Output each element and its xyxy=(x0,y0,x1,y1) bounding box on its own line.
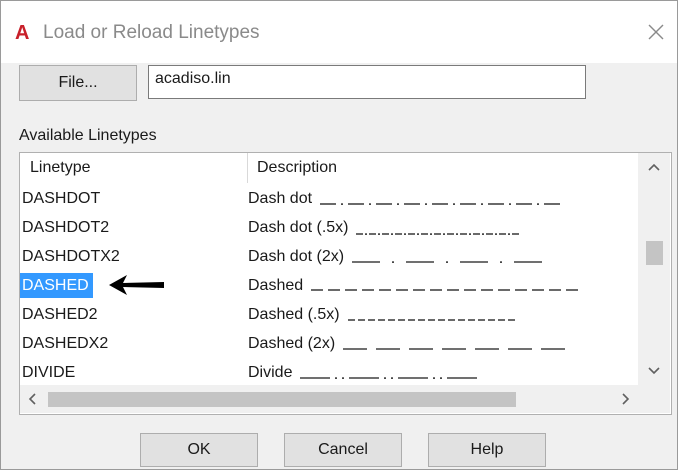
pattern-dot xyxy=(443,233,445,235)
chevron-up-icon[interactable] xyxy=(638,153,670,181)
file-name-field[interactable]: acadiso.lin xyxy=(148,65,586,99)
pattern-dot xyxy=(482,233,484,235)
linetype-description: Divide xyxy=(248,360,477,385)
column-divider[interactable] xyxy=(247,153,248,183)
arrow-left-icon xyxy=(109,275,164,295)
linetype-description: Dashed xyxy=(248,273,578,298)
pattern-dot xyxy=(397,203,399,205)
scrollbar-corner xyxy=(638,385,670,413)
description-text: Dashed xyxy=(248,277,304,294)
pattern-dot xyxy=(365,233,367,235)
linetype-pattern-preview xyxy=(300,377,477,379)
list-item[interactable]: DASHEDX2 Dashed (2x) xyxy=(20,329,637,358)
description-text: Dash dot xyxy=(248,190,313,207)
vertical-scrollbar[interactable] xyxy=(638,153,670,385)
pattern-dot xyxy=(433,377,435,379)
pattern-dot xyxy=(500,261,502,263)
linetype-pattern-preview xyxy=(311,289,578,291)
title-bar: A Load or Reload Linetypes xyxy=(1,1,677,63)
pattern-dot xyxy=(391,233,393,235)
dialog-title: Load or Reload Linetypes xyxy=(43,22,260,43)
pattern-dot xyxy=(342,377,344,379)
description-text: Dash dot (.5x) xyxy=(248,219,349,236)
pattern-dot xyxy=(392,261,394,263)
close-icon[interactable] xyxy=(647,23,665,41)
linetype-name: DIVIDE xyxy=(22,364,76,381)
horizontal-scrollbar[interactable] xyxy=(20,385,638,413)
pattern-dot xyxy=(508,233,510,235)
chevron-down-icon[interactable] xyxy=(638,357,670,385)
linetype-name: DASHDOT xyxy=(22,190,101,207)
linetype-description: Dash dot (.5x) xyxy=(248,215,519,240)
pattern-dot xyxy=(537,203,539,205)
linetype-name: DASHDOT2 xyxy=(22,219,110,236)
linetype-description: Dash dot xyxy=(248,186,560,211)
linetype-name: DASHEDX2 xyxy=(22,335,109,352)
pattern-dot xyxy=(456,233,458,235)
pattern-dot xyxy=(509,203,511,205)
linetype-pattern-preview xyxy=(348,319,515,321)
description-text: Divide xyxy=(248,364,293,381)
list-item[interactable]: DIVIDE Divide xyxy=(20,358,637,387)
linetype-name: DASHED xyxy=(20,273,93,298)
linetype-pattern-preview xyxy=(343,348,565,350)
pattern-dot xyxy=(384,377,386,379)
pattern-dot xyxy=(430,233,432,235)
description-text: Dash dot (2x) xyxy=(248,248,345,265)
column-header-linetype[interactable]: Linetype xyxy=(30,153,91,183)
linetype-pattern-preview xyxy=(352,261,542,263)
list-item[interactable]: DASHED2 Dashed (.5x) xyxy=(20,300,637,329)
list-item[interactable]: DASHDOT Dash dot xyxy=(20,184,637,213)
pattern-dot xyxy=(341,203,343,205)
file-button[interactable]: File... xyxy=(19,65,137,101)
pattern-dot xyxy=(481,203,483,205)
autocad-logo-icon: A xyxy=(15,22,30,44)
pattern-dot xyxy=(495,233,497,235)
linetype-description: Dashed (2x) xyxy=(248,331,565,356)
pattern-dot xyxy=(453,203,455,205)
vertical-scroll-thumb[interactable] xyxy=(646,241,663,265)
available-linetypes-label: Available Linetypes xyxy=(19,127,157,144)
chevron-right-icon[interactable] xyxy=(612,385,638,413)
pattern-dot xyxy=(404,233,406,235)
linetype-description: Dashed (.5x) xyxy=(248,302,515,327)
cancel-button[interactable]: Cancel xyxy=(284,433,402,467)
load-linetypes-dialog: A Load or Reload Linetypes File... acadi… xyxy=(0,0,678,470)
pattern-dot xyxy=(440,377,442,379)
linetype-pattern-preview xyxy=(320,203,560,205)
horizontal-scroll-thumb[interactable] xyxy=(48,392,516,407)
linetype-description: Dash dot (2x) xyxy=(248,244,542,269)
list-item[interactable]: DASHDOTX2 Dash dot (2x) xyxy=(20,242,637,271)
pattern-dot xyxy=(446,261,448,263)
chevron-left-icon[interactable] xyxy=(20,385,46,413)
pattern-dot xyxy=(378,233,380,235)
pattern-dot xyxy=(417,233,419,235)
pattern-dot xyxy=(469,233,471,235)
list-header: Linetype Description xyxy=(20,153,637,183)
linetype-name: DASHED2 xyxy=(22,306,98,323)
pattern-dot xyxy=(369,203,371,205)
pattern-dot xyxy=(335,377,337,379)
list-item[interactable]: DASHDOT2 Dash dot (.5x) xyxy=(20,213,637,242)
help-button[interactable]: Help xyxy=(428,433,546,467)
ok-button[interactable]: OK xyxy=(140,433,258,467)
pattern-dot xyxy=(391,377,393,379)
linetype-pattern-preview xyxy=(356,233,519,235)
pattern-dot xyxy=(425,203,427,205)
linetype-name: DASHDOTX2 xyxy=(22,248,120,265)
column-header-description[interactable]: Description xyxy=(257,153,337,183)
description-text: Dashed (2x) xyxy=(248,335,336,352)
description-text: Dashed (.5x) xyxy=(248,306,340,323)
